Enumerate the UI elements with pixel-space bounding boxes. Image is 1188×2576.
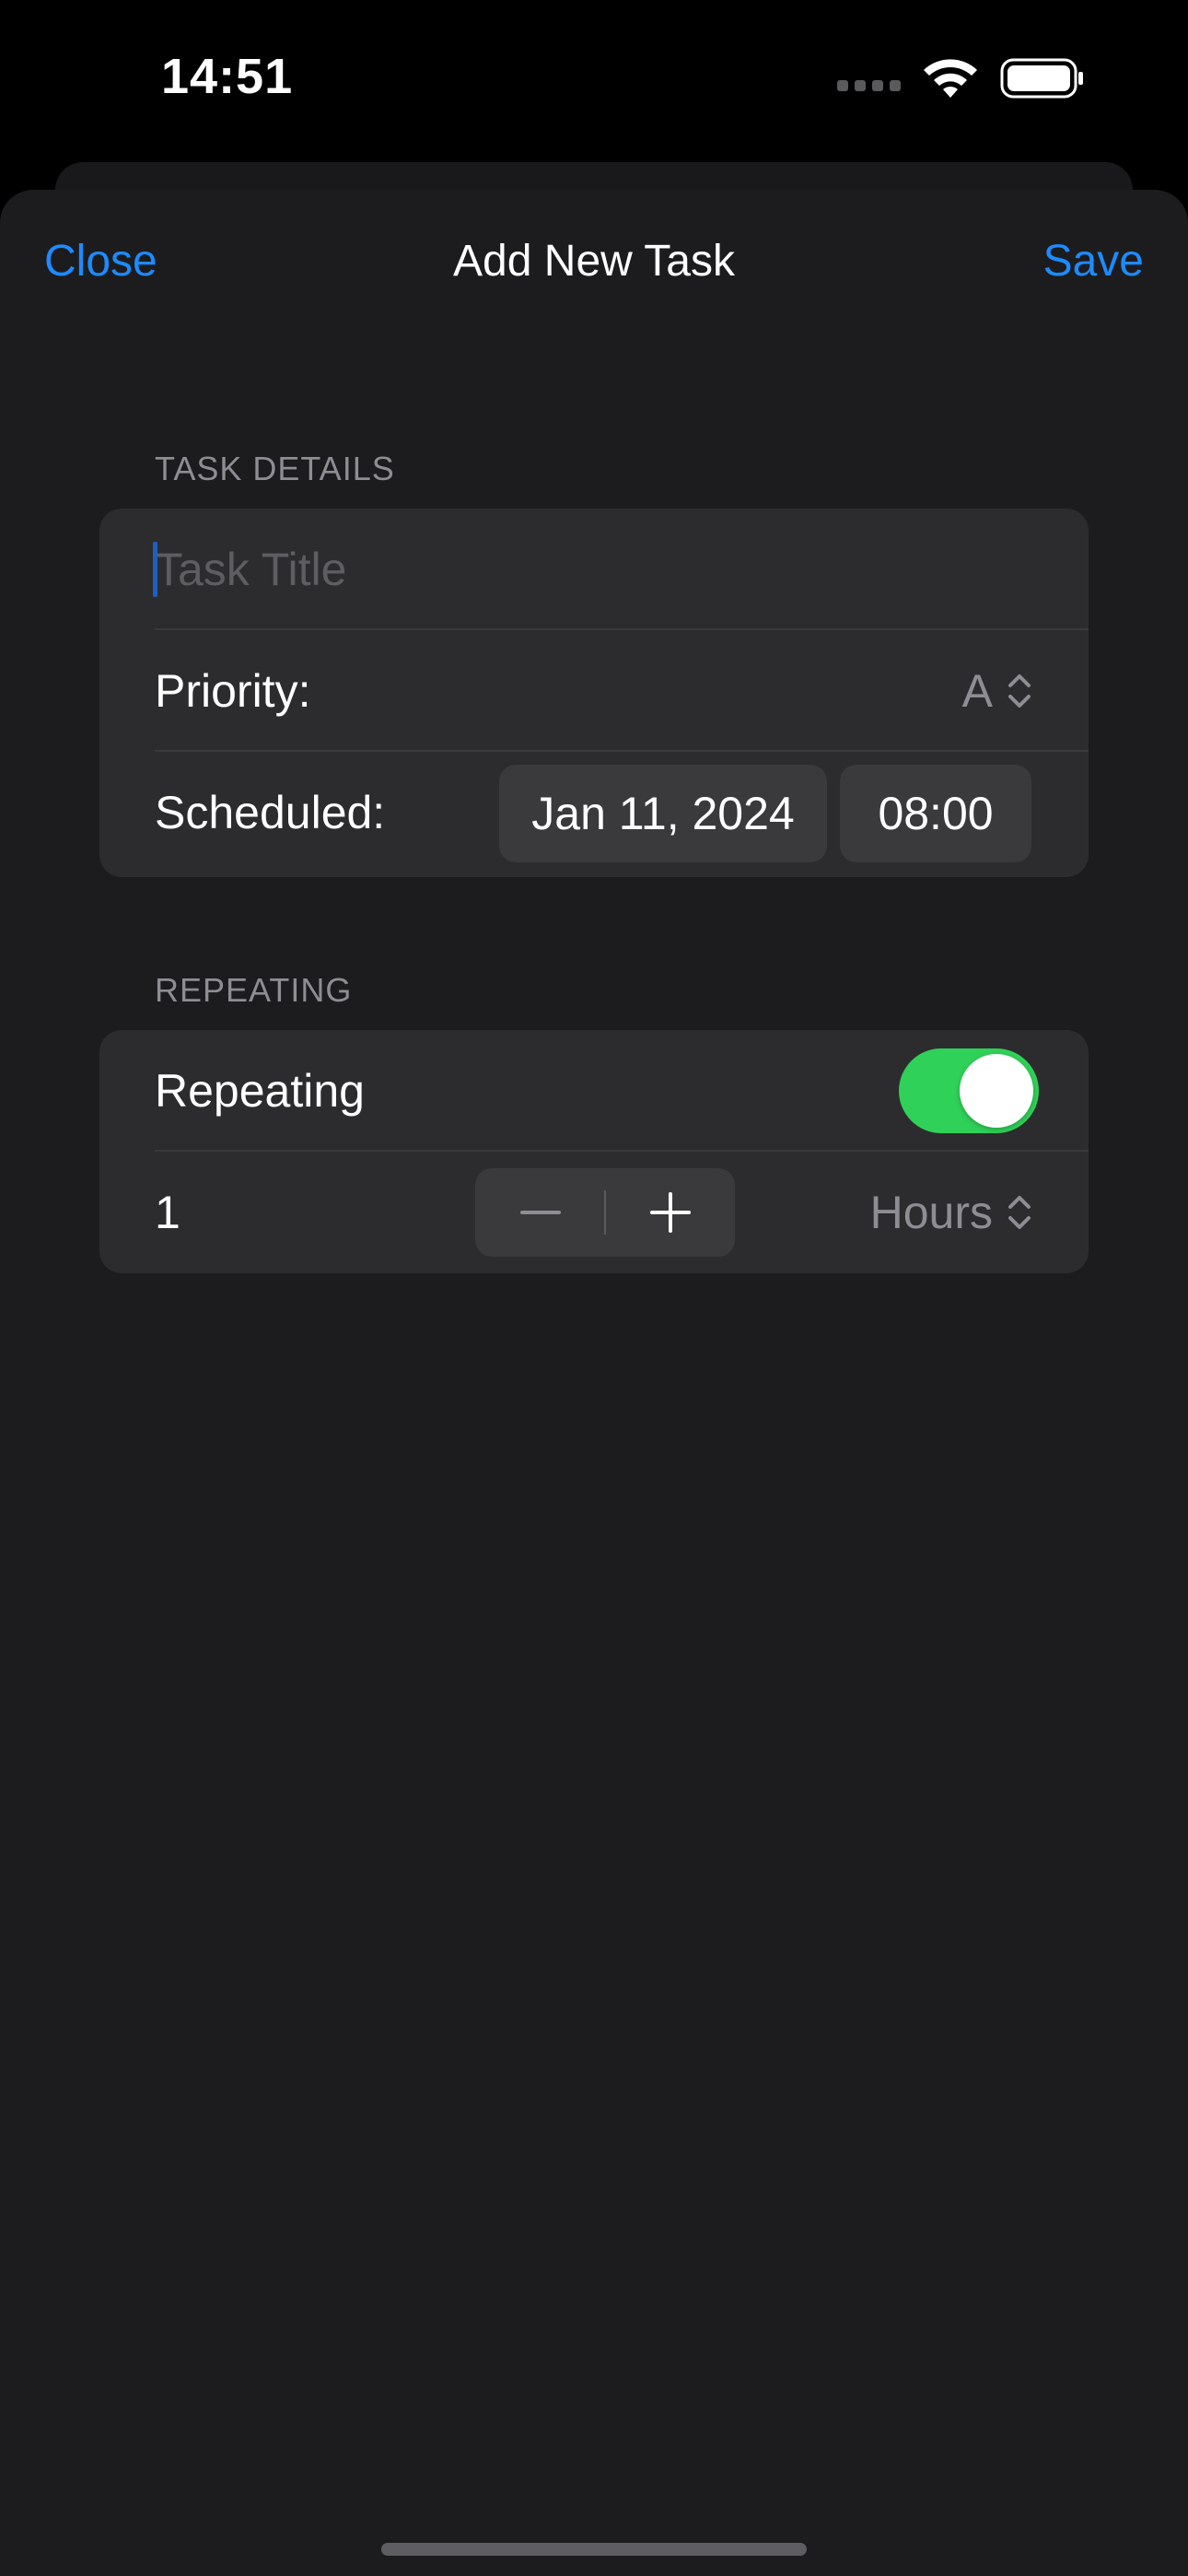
section-header-task-details: TASK DETAILS (155, 450, 395, 487)
section-header-repeating: REPEATING (155, 971, 353, 1009)
minus-icon (519, 1211, 561, 1214)
scheduled-date-button[interactable]: Jan 11, 2024 (499, 765, 827, 862)
status-icons (837, 57, 1085, 100)
priority-row[interactable]: Priority: A (99, 630, 1089, 752)
interval-stepper[interactable] (475, 1168, 735, 1257)
navigation-bar: Close Add New Task Save (0, 190, 1188, 337)
repeating-group: Repeating 1 Hours (99, 1030, 1089, 1273)
status-bar: 14:51 (0, 0, 1188, 157)
priority-value: A (961, 665, 993, 717)
interval-value: 1 (155, 1187, 181, 1238)
scheduled-row: Scheduled: Jan 11, 2024 08:00 (99, 752, 1089, 873)
scheduled-time-button[interactable]: 08:00 (840, 765, 1031, 862)
decrement-button[interactable] (475, 1168, 605, 1257)
chevron-up-down-icon (1008, 674, 1031, 708)
scheduled-label: Scheduled: (155, 787, 386, 838)
repeat-interval-row: 1 Hours (99, 1152, 1089, 1273)
cellular-signal-icon (837, 80, 901, 91)
add-task-sheet: Close Add New Task Save TASK DETAILS Pri… (0, 190, 1188, 2576)
priority-label: Priority: (155, 665, 311, 717)
page-title: Add New Task (453, 237, 735, 286)
interval-unit-value: Hours (869, 1187, 993, 1238)
save-button[interactable]: Save (1043, 236, 1144, 287)
repeating-label: Repeating (155, 1065, 365, 1117)
interval-unit-picker[interactable]: Hours (870, 1152, 1033, 1273)
task-title-input[interactable] (155, 536, 1039, 603)
wifi-icon (924, 59, 977, 98)
status-time: 14:51 (161, 49, 294, 104)
plus-icon (649, 1192, 691, 1233)
text-caret (153, 542, 157, 597)
repeating-toggle-row: Repeating (99, 1030, 1089, 1152)
home-indicator[interactable] (381, 2543, 807, 2556)
task-title-row (99, 509, 1089, 630)
toggle-knob (960, 1054, 1033, 1128)
chevron-up-down-icon (1008, 1196, 1031, 1229)
repeating-toggle[interactable] (899, 1048, 1039, 1133)
priority-picker[interactable]: A (962, 630, 1033, 752)
task-details-group: Priority: A Scheduled: Jan 11, 2024 08:0… (99, 509, 1089, 877)
increment-button[interactable] (605, 1168, 735, 1257)
battery-icon (1000, 58, 1083, 99)
